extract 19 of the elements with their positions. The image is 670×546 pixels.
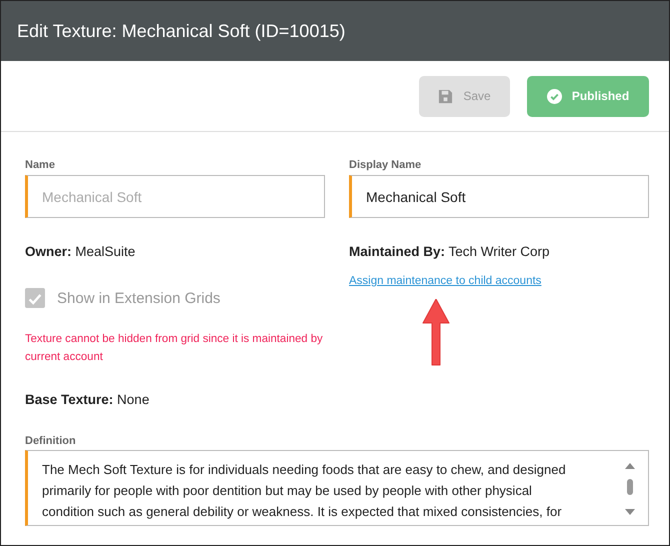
window-title: Edit Texture: Mechanical Soft (ID=10015) bbox=[17, 20, 346, 42]
definition-text-line: The Mech Soft Texture is for individuals needing foods that are easy to chew, and designed bbox=[42, 461, 566, 479]
check-circle-icon bbox=[546, 88, 562, 104]
name-field[interactable]: Mechanical Soft bbox=[25, 175, 325, 218]
owner-text: Owner: MealSuite bbox=[25, 244, 136, 259]
scrollbar[interactable] bbox=[624, 461, 636, 517]
field-label: Display Name bbox=[349, 159, 422, 171]
display-name-field[interactable]: Mechanical Soft bbox=[349, 175, 649, 218]
maintained-by-text: Maintained By: Tech Writer Corp bbox=[349, 244, 550, 259]
checkbox-label: Show in Extension Grids bbox=[57, 290, 220, 306]
definition-text-line: primarily for people with poor dentition but may be used by people with other physical bbox=[42, 482, 533, 500]
assign-maintenance-link[interactable]: Assign maintenance to child accounts bbox=[349, 275, 542, 287]
definition-field[interactable] bbox=[25, 450, 649, 526]
definition-text-line: condition such as general debility or weakness. It is expected that mixed consistencies, for bbox=[42, 503, 563, 521]
field-label: Definition bbox=[25, 435, 77, 447]
published-button[interactable]: Published bbox=[527, 76, 649, 116]
warning-text: Texture cannot be hidden from grid since it is maintained by current account bbox=[25, 332, 324, 365]
base-texture-text: Base Texture: None bbox=[25, 392, 150, 407]
field-label: Name bbox=[25, 159, 56, 171]
